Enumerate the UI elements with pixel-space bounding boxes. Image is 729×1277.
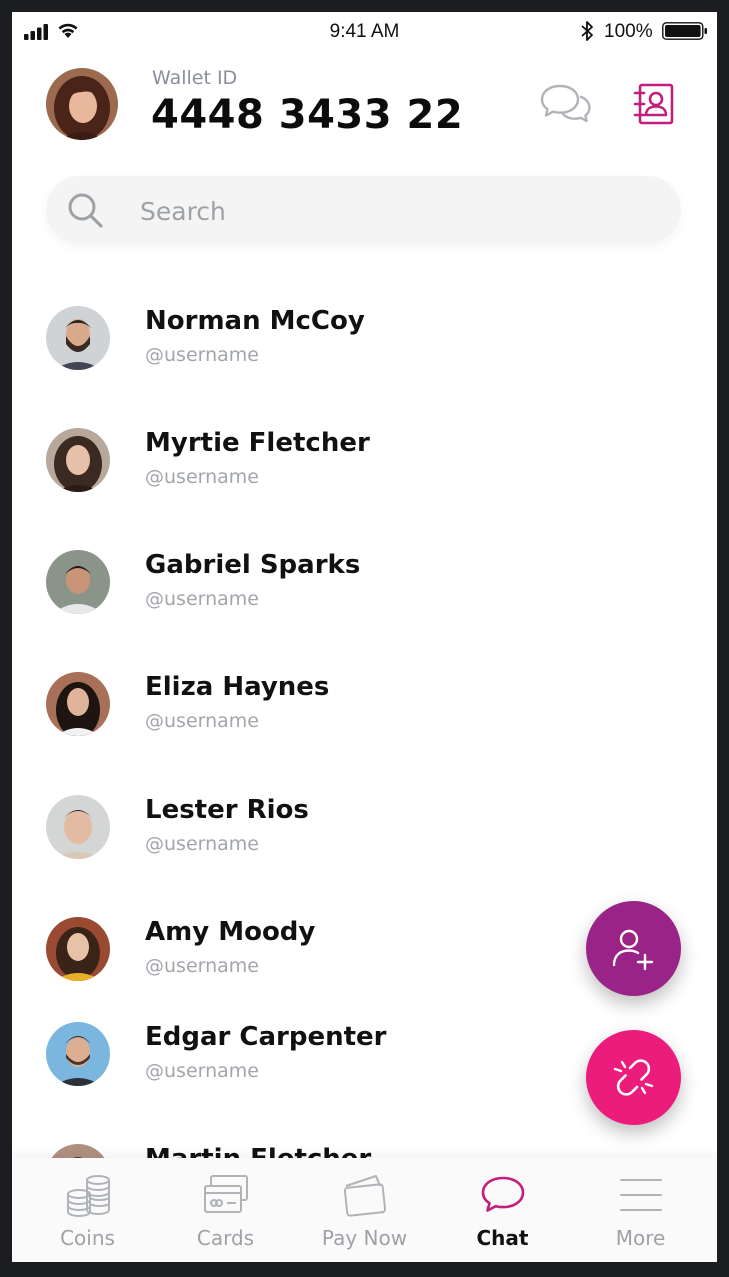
contact-name: Amy Moody <box>145 917 316 947</box>
contact-name: Gabriel Sparks <box>145 550 361 580</box>
app-screen: 9:41 AM 100% Wallet ID 4448 3433 22 Sear… <box>12 12 717 1262</box>
broken-link-icon <box>613 1059 654 1096</box>
tab-label: Cards <box>196 1226 255 1250</box>
contact-name: Edgar Carpenter <box>145 1022 387 1052</box>
contact-username: @username <box>145 466 259 488</box>
add-user-icon <box>612 929 654 971</box>
contact-avatar <box>46 917 110 981</box>
tab-cards[interactable]: Cards <box>155 1158 296 1262</box>
contact-row[interactable]: Myrtie Fletcher @username <box>12 428 717 528</box>
tab-coins[interactable]: Coins <box>17 1158 158 1262</box>
contact-avatar <box>46 306 110 370</box>
contact-avatar <box>46 795 110 859</box>
contact-row[interactable]: Eliza Haynes @username <box>12 672 717 772</box>
search-bar[interactable] <box>46 176 681 246</box>
contact-name: Myrtie Fletcher <box>145 428 370 458</box>
status-bar: 9:41 AM 100% <box>12 12 717 52</box>
contact-avatar <box>46 1022 110 1086</box>
contact-row[interactable]: Lester Rios @username <box>12 795 717 895</box>
add-contact-button[interactable] <box>586 901 681 996</box>
search-icon <box>68 193 103 228</box>
wallet-id-label: Wallet ID <box>152 67 238 89</box>
tab-label: Pay Now <box>321 1226 408 1250</box>
tab-label: Chat <box>476 1226 529 1250</box>
chat-bubbles-icon <box>540 84 591 123</box>
battery-percentage: 100% <box>604 21 653 42</box>
contact-username: @username <box>145 1060 259 1082</box>
contact-username: @username <box>145 710 259 732</box>
contact-name: Eliza Haynes <box>145 672 330 702</box>
contacts-book-button[interactable] <box>632 82 676 126</box>
profile-avatar[interactable] <box>46 68 118 140</box>
messages-button[interactable] <box>540 82 592 126</box>
tab-pay-now[interactable]: Pay Now <box>294 1158 435 1262</box>
contact-avatar <box>46 428 110 492</box>
contact-username: @username <box>145 588 259 610</box>
cards-icon <box>204 1175 248 1213</box>
address-book-icon <box>633 83 674 125</box>
menu-icon <box>620 1179 662 1211</box>
contact-row[interactable]: Gabriel Sparks @username <box>12 550 717 650</box>
search-input[interactable] <box>138 176 662 246</box>
wallet-icon <box>343 1175 387 1217</box>
bluetooth-icon <box>581 21 593 41</box>
device-frame: 9:41 AM 100% Wallet ID 4448 3433 22 Sear… <box>0 0 729 1277</box>
wallet-id-value: 4448 3433 22 <box>151 92 464 138</box>
contact-row[interactable]: Norman McCoy @username <box>12 306 717 406</box>
contact-username: @username <box>145 344 259 366</box>
coins-icon <box>67 1175 110 1217</box>
tab-more[interactable]: More <box>570 1158 711 1262</box>
contact-avatar <box>46 672 110 736</box>
tab-label: More <box>615 1226 666 1250</box>
contact-name: Norman McCoy <box>145 306 365 336</box>
tab-label: Coins <box>60 1226 115 1250</box>
contact-avatar <box>46 550 110 614</box>
unlink-button[interactable] <box>586 1030 681 1125</box>
chat-icon <box>481 1176 525 1212</box>
tab-chat[interactable]: Chat <box>432 1158 573 1262</box>
bottom-tab-bar: Coins Cards Pay Now Chat More <box>12 1158 717 1262</box>
battery-icon <box>662 22 707 40</box>
contact-username: @username <box>145 833 259 855</box>
contact-name: Lester Rios <box>145 795 309 825</box>
profile-photo <box>46 68 118 140</box>
contact-username: @username <box>145 955 259 977</box>
